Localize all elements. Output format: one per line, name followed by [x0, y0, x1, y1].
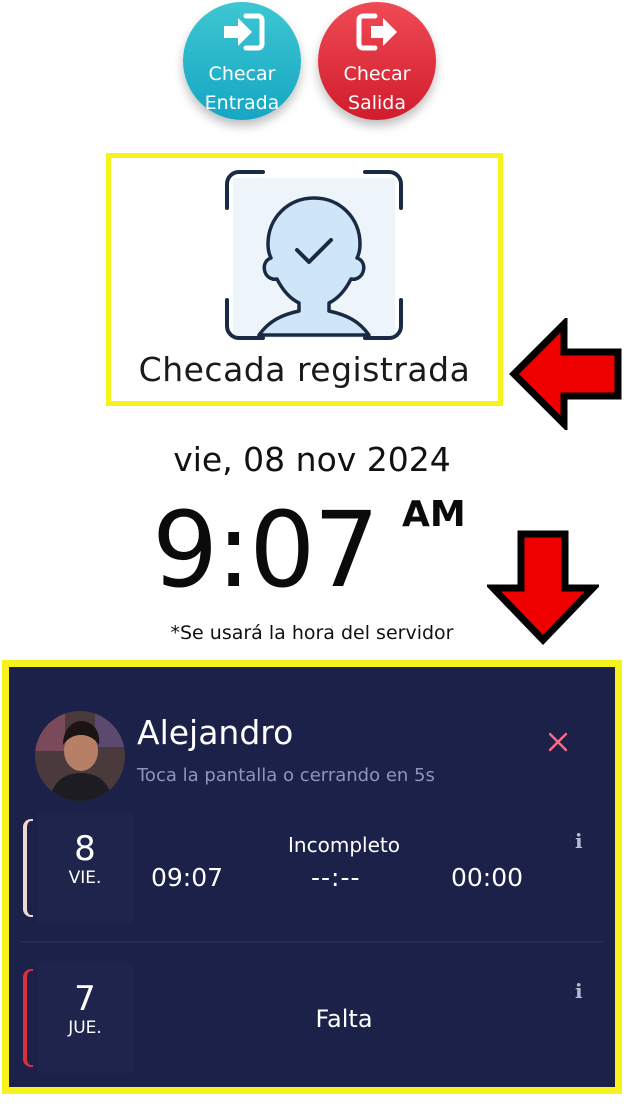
avatar — [35, 711, 125, 801]
check-status-text: Checada registrada — [138, 350, 471, 389]
row-divider — [19, 941, 603, 943]
row-accent-bar — [23, 819, 33, 917]
info-icon[interactable]: i — [575, 829, 583, 853]
day-number: 7 — [74, 979, 96, 1019]
attendance-row[interactable]: 8 VIE. Incompleto 09:07 --:-- 00:00 i — [19, 809, 599, 927]
attendance-panel[interactable]: Alejandro Toca la pantalla o cerrando en… — [2, 660, 622, 1094]
check-buttons-bar: Checar Entrada Checar Salida — [0, 0, 624, 130]
arrow-down-icon — [487, 530, 599, 646]
check-status-highlight: Checada registrada — [106, 153, 503, 406]
user-name: Alejandro — [137, 713, 294, 752]
check-out-button[interactable]: Checar Salida — [318, 2, 436, 120]
weekday-label: VIE. — [68, 868, 102, 888]
weekday-label: JUE. — [68, 1018, 102, 1038]
current-date: vie, 08 nov 2024 — [173, 440, 451, 479]
face-check-icon — [225, 170, 403, 340]
attendance-row[interactable]: 7 JUE. Falta i — [19, 959, 599, 1077]
time-in: 09:07 — [151, 863, 224, 892]
time-out: --:-- — [311, 863, 361, 892]
day-box: 7 JUE. — [37, 963, 133, 1073]
auto-close-countdown: Toca la pantalla o cerrando en 5s — [137, 765, 435, 786]
check-in-button[interactable]: Checar Entrada — [183, 2, 301, 120]
check-in-label: Checar Entrada — [204, 63, 280, 114]
arrow-left-icon — [509, 318, 622, 430]
attendance-status: Incompleto — [288, 833, 400, 857]
user-photo — [35, 711, 125, 801]
row-accent-bar — [23, 969, 33, 1067]
day-number: 8 — [74, 829, 96, 869]
close-icon[interactable] — [547, 731, 569, 753]
clock-time: 9:07 — [152, 489, 380, 611]
attendance-status: Falta — [315, 1005, 373, 1033]
day-box: 8 VIE. — [37, 813, 133, 923]
time-total: 00:00 — [451, 863, 524, 892]
logout-icon — [356, 13, 397, 51]
clock-display: 9:07 AM — [152, 490, 482, 610]
login-icon — [224, 13, 265, 51]
check-out-label: Checar Salida — [343, 63, 411, 114]
info-icon[interactable]: i — [575, 979, 583, 1003]
clock-ampm: AM — [402, 494, 466, 535]
